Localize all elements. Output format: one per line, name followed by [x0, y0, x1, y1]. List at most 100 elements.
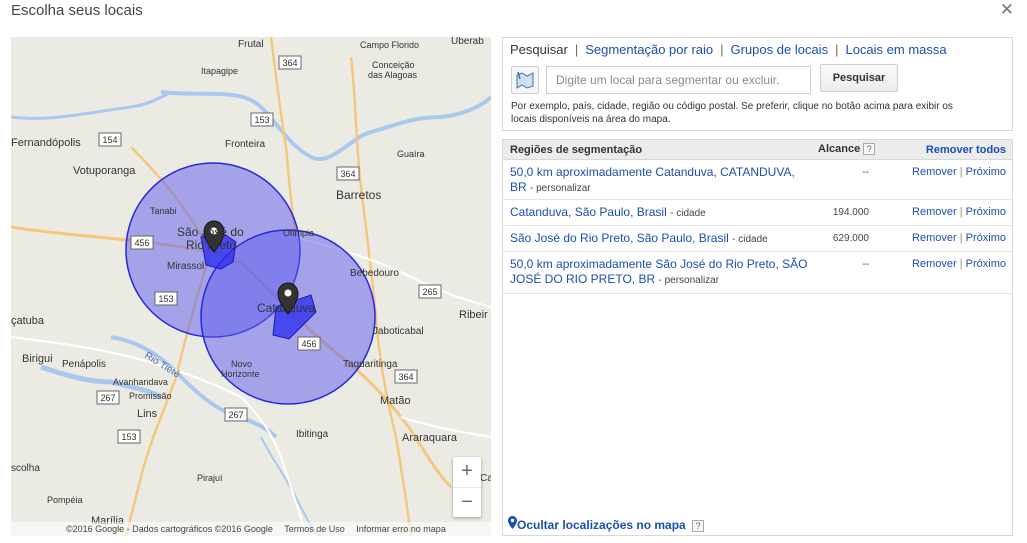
remove-link[interactable]: Remover — [912, 166, 957, 178]
regions-header: Regiões de segmentação Alcance? Remover … — [503, 140, 1012, 160]
action-separator: | — [959, 232, 963, 244]
help-icon[interactable]: ? — [692, 519, 705, 532]
map-label: Birigui — [22, 353, 53, 365]
dialog-title: Escolha seus locais — [11, 2, 143, 19]
map-label: Araraquara — [402, 432, 458, 444]
map-report-link[interactable]: Informar erro no mapa — [356, 524, 446, 534]
map-label: Ribeir — [459, 309, 488, 321]
location-search-input[interactable] — [546, 66, 811, 94]
region-row: Catanduva, São Paulo, Brasil - cidade 19… — [503, 200, 1012, 226]
map-label: Barretos — [336, 188, 381, 202]
map-label: Conceição — [372, 60, 415, 70]
map-label: Taquaritinga — [343, 359, 398, 370]
remove-link[interactable]: Remover — [912, 258, 957, 270]
tab-separator: | — [835, 42, 839, 57]
region-row: 50,0 km aproximadamente Catanduva, CATAN… — [503, 160, 1012, 200]
region-link[interactable]: São José do Rio Preto, São Paulo, Brasil — [510, 231, 729, 245]
map-canvas[interactable]: 154 364 153 364 456 153 265 456 364 267 … — [11, 37, 491, 536]
region-reach: -- — [862, 167, 869, 178]
map-label: Promissão — [129, 391, 172, 401]
map-pin-button[interactable] — [511, 66, 539, 94]
nearby-link[interactable]: Próximo — [966, 258, 1006, 270]
map-label: Matão — [380, 395, 411, 407]
map-terms-link[interactable]: Termos de Uso — [284, 524, 345, 534]
map-label: Rio Preto — [186, 238, 236, 252]
river — [11, 90, 172, 120]
nearby-link[interactable]: Próximo — [966, 206, 1006, 218]
map-label: das Alagoas — [368, 70, 418, 80]
zoom-out-button[interactable]: − — [453, 487, 481, 517]
region-row: 50,0 km aproximadamente São José do Rio … — [503, 252, 1012, 294]
map-label: çatuba — [11, 315, 45, 327]
hide-locations-label[interactable]: Ocultar localizações no mapa — [517, 518, 686, 532]
map-attribution: ©2016 Google - Dados cartográficos ©2016… — [11, 522, 491, 536]
route-shield: 265 — [422, 287, 437, 297]
map-label: Votuporanga — [73, 165, 136, 177]
map-label: Penápolis — [62, 359, 106, 370]
hide-locations-link[interactable]: Ocultar localizações no mapa ? — [508, 516, 705, 532]
map-label: scolha — [11, 463, 40, 474]
action-separator: | — [959, 258, 963, 270]
region-type: - cidade — [670, 208, 706, 219]
search-tabs: Pesquisar | Segmentação por raio | Grupos de… — [510, 42, 947, 57]
action-separator: | — [959, 166, 963, 178]
region-row: São José do Rio Preto, São Paulo, Brasil… — [503, 226, 1012, 252]
route-shield: 153 — [254, 115, 269, 125]
help-icon[interactable]: ? — [863, 143, 876, 156]
route-shield: 267 — [100, 393, 115, 403]
tab-separator: | — [720, 42, 724, 57]
location-pin-icon — [508, 516, 517, 532]
map-label: Bebedouro — [350, 268, 399, 279]
search-panel: Pesquisar | Segmentação por raio | Grupos de… — [502, 37, 1013, 131]
route-shield: 456 — [134, 238, 149, 248]
map-label: Horizonte — [221, 369, 260, 379]
tab-pesquisar[interactable]: Pesquisar — [510, 42, 568, 57]
map-label: São José do — [177, 225, 244, 239]
remove-link[interactable]: Remover — [912, 232, 957, 244]
map-label: Pirajuí — [197, 473, 223, 483]
map-label: Lins — [137, 408, 158, 420]
route-shield: 153 — [158, 294, 173, 304]
header-reach: Alcance? — [818, 143, 876, 156]
route-shield: 364 — [282, 58, 297, 68]
remove-all-link[interactable]: Remover todos — [926, 144, 1006, 156]
map-label: Mirassol — [167, 261, 204, 272]
route-shield: 153 — [121, 432, 136, 442]
map-label: Pompéia — [47, 495, 83, 505]
road — [240, 396, 307, 536]
map-label: Campo Florido — [360, 40, 419, 50]
route-shield: 154 — [102, 135, 117, 145]
map-label: Frutal — [238, 39, 264, 50]
map-label: Fernandópolis — [11, 137, 81, 149]
tab-segmentacao-raio[interactable]: Segmentação por raio — [585, 42, 713, 57]
nearby-link[interactable]: Próximo — [966, 232, 1006, 244]
map-label: Novo — [231, 359, 252, 369]
map-view[interactable]: 154 364 153 364 456 153 265 456 364 267 … — [11, 37, 491, 536]
action-separator: | — [959, 206, 963, 218]
map-label: Avanhandava — [113, 377, 168, 387]
zoom-control: + − — [453, 457, 481, 517]
region-link[interactable]: Catanduva, São Paulo, Brasil — [510, 205, 667, 219]
tab-locais-massa[interactable]: Locais em massa — [845, 42, 946, 57]
targeting-regions-panel: Regiões de segmentação Alcance? Remover … — [502, 139, 1013, 536]
tab-grupos-locais[interactable]: Grupos de locais — [731, 42, 829, 57]
close-icon[interactable]: ✕ — [1000, 0, 1014, 20]
header-regions: Regiões de segmentação — [510, 144, 643, 156]
zoom-in-button[interactable]: + — [453, 457, 481, 487]
route-shield: 267 — [228, 410, 243, 420]
region-type: - personalizar — [530, 183, 591, 194]
tab-separator: | — [574, 42, 579, 57]
header-reach-label: Alcance — [818, 143, 861, 155]
map-label: Jaboticabal — [373, 326, 424, 337]
map-label: Ibitinga — [296, 429, 329, 440]
map-fold-icon — [516, 71, 534, 89]
remove-link[interactable]: Remover — [912, 206, 957, 218]
region-type: - personalizar — [658, 275, 720, 286]
route-shield: 364 — [340, 169, 355, 179]
route-shield: 456 — [301, 339, 316, 349]
search-button[interactable]: Pesquisar — [820, 64, 898, 92]
nearby-link[interactable]: Próximo — [966, 166, 1006, 178]
map-label: Itapagipe — [201, 66, 238, 76]
map-copyright: ©2016 Google - Dados cartográficos ©2016… — [66, 524, 273, 534]
map-label: Tanabi — [150, 206, 177, 216]
